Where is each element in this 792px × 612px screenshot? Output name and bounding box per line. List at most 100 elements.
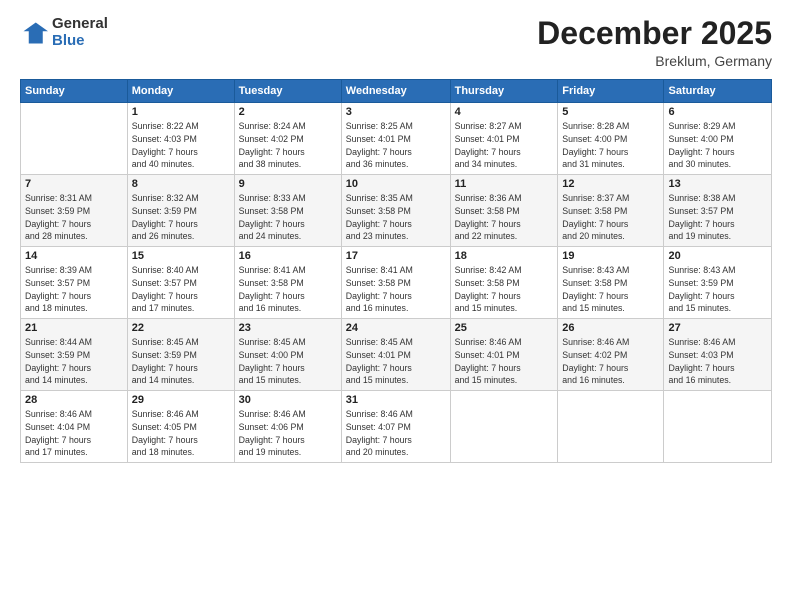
day-number: 10 <box>346 178 446 190</box>
day-info: Sunrise: 8:25 AM Sunset: 4:01 PM Dayligh… <box>346 120 446 171</box>
table-row <box>450 391 558 463</box>
table-row: 15 Sunrise: 8:40 AM Sunset: 3:57 PM Dayli… <box>127 247 234 319</box>
table-row: 7 Sunrise: 8:31 AM Sunset: 3:59 PM Daylig… <box>21 175 128 247</box>
day-number: 5 <box>562 106 659 118</box>
table-row: 20 Sunrise: 8:43 AM Sunset: 3:59 PM Dayli… <box>664 247 772 319</box>
day-info: Sunrise: 8:31 AM Sunset: 3:59 PM Dayligh… <box>25 192 123 243</box>
day-number: 2 <box>239 106 337 118</box>
logo-general: General <box>52 16 108 33</box>
day-number: 9 <box>239 178 337 190</box>
day-info: Sunrise: 8:32 AM Sunset: 3:59 PM Dayligh… <box>132 192 230 243</box>
day-info: Sunrise: 8:46 AM Sunset: 4:06 PM Dayligh… <box>239 408 337 459</box>
day-number: 4 <box>455 106 554 118</box>
day-info: Sunrise: 8:41 AM Sunset: 3:58 PM Dayligh… <box>239 264 337 315</box>
table-row <box>664 391 772 463</box>
day-number: 6 <box>668 106 767 118</box>
table-row: 28 Sunrise: 8:46 AM Sunset: 4:04 PM Dayli… <box>21 391 128 463</box>
day-number: 29 <box>132 394 230 406</box>
day-number: 14 <box>25 250 123 262</box>
col-sunday: Sunday <box>21 80 128 103</box>
day-number: 24 <box>346 322 446 334</box>
table-row: 24 Sunrise: 8:45 AM Sunset: 4:01 PM Dayli… <box>341 319 450 391</box>
day-info: Sunrise: 8:46 AM Sunset: 4:01 PM Dayligh… <box>455 336 554 387</box>
day-number: 27 <box>668 322 767 334</box>
day-info: Sunrise: 8:43 AM Sunset: 3:59 PM Dayligh… <box>668 264 767 315</box>
table-row: 8 Sunrise: 8:32 AM Sunset: 3:59 PM Daylig… <box>127 175 234 247</box>
day-info: Sunrise: 8:46 AM Sunset: 4:02 PM Dayligh… <box>562 336 659 387</box>
day-info: Sunrise: 8:44 AM Sunset: 3:59 PM Dayligh… <box>25 336 123 387</box>
day-info: Sunrise: 8:35 AM Sunset: 3:58 PM Dayligh… <box>346 192 446 243</box>
day-info: Sunrise: 8:45 AM Sunset: 4:00 PM Dayligh… <box>239 336 337 387</box>
day-number: 28 <box>25 394 123 406</box>
day-number: 17 <box>346 250 446 262</box>
table-row: 1 Sunrise: 8:22 AM Sunset: 4:03 PM Daylig… <box>127 103 234 175</box>
day-info: Sunrise: 8:24 AM Sunset: 4:02 PM Dayligh… <box>239 120 337 171</box>
table-row: 16Sunrise: 8:41 AM Sunset: 3:58 PM Dayli… <box>234 247 341 319</box>
header: General Blue December 2025 Breklum, Germ… <box>20 16 772 69</box>
day-number: 15 <box>132 250 230 262</box>
day-info: Sunrise: 8:46 AM Sunset: 4:04 PM Dayligh… <box>25 408 123 459</box>
day-number: 21 <box>25 322 123 334</box>
day-info: Sunrise: 8:40 AM Sunset: 3:57 PM Dayligh… <box>132 264 230 315</box>
location: Breklum, Germany <box>537 53 772 69</box>
col-thursday: Thursday <box>450 80 558 103</box>
day-number: 18 <box>455 250 554 262</box>
table-row <box>21 103 128 175</box>
day-info: Sunrise: 8:22 AM Sunset: 4:03 PM Dayligh… <box>132 120 230 171</box>
day-info: Sunrise: 8:27 AM Sunset: 4:01 PM Dayligh… <box>455 120 554 171</box>
logo-text: General Blue <box>52 16 108 49</box>
day-number: 11 <box>455 178 554 190</box>
table-row: 3 Sunrise: 8:25 AM Sunset: 4:01 PM Daylig… <box>341 103 450 175</box>
table-row: 13Sunrise: 8:38 AM Sunset: 3:57 PM Dayli… <box>664 175 772 247</box>
table-row: 22 Sunrise: 8:45 AM Sunset: 3:59 PM Dayli… <box>127 319 234 391</box>
logo-icon <box>20 19 48 47</box>
table-row <box>558 391 664 463</box>
day-number: 30 <box>239 394 337 406</box>
day-info: Sunrise: 8:43 AM Sunset: 3:58 PM Dayligh… <box>562 264 659 315</box>
day-number: 8 <box>132 178 230 190</box>
col-wednesday: Wednesday <box>341 80 450 103</box>
day-info: Sunrise: 8:45 AM Sunset: 4:01 PM Dayligh… <box>346 336 446 387</box>
table-row: 19 Sunrise: 8:43 AM Sunset: 3:58 PM Dayli… <box>558 247 664 319</box>
day-number: 31 <box>346 394 446 406</box>
calendar-header-row: Sunday Monday Tuesday Wednesday Thursday… <box>21 80 772 103</box>
table-row: 25 Sunrise: 8:46 AM Sunset: 4:01 PM Dayli… <box>450 319 558 391</box>
table-row: 14 Sunrise: 8:39 AM Sunset: 3:57 PM Dayli… <box>21 247 128 319</box>
table-row: 18Sunrise: 8:42 AM Sunset: 3:58 PM Dayli… <box>450 247 558 319</box>
col-friday: Friday <box>558 80 664 103</box>
day-number: 20 <box>668 250 767 262</box>
table-row: 6 Sunrise: 8:29 AM Sunset: 4:00 PM Daylig… <box>664 103 772 175</box>
day-info: Sunrise: 8:29 AM Sunset: 4:00 PM Dayligh… <box>668 120 767 171</box>
day-info: Sunrise: 8:46 AM Sunset: 4:05 PM Dayligh… <box>132 408 230 459</box>
col-tuesday: Tuesday <box>234 80 341 103</box>
day-number: 13 <box>668 178 767 190</box>
table-row: 17 Sunrise: 8:41 AM Sunset: 3:58 PM Dayli… <box>341 247 450 319</box>
day-number: 7 <box>25 178 123 190</box>
calendar-week-row: 28 Sunrise: 8:46 AM Sunset: 4:04 PM Dayli… <box>21 391 772 463</box>
day-number: 12 <box>562 178 659 190</box>
table-row: 4 Sunrise: 8:27 AM Sunset: 4:01 PM Daylig… <box>450 103 558 175</box>
table-row: 2 Sunrise: 8:24 AM Sunset: 4:02 PM Daylig… <box>234 103 341 175</box>
table-row: 29 Sunrise: 8:46 AM Sunset: 4:05 PM Dayli… <box>127 391 234 463</box>
table-row: 30 Sunrise: 8:46 AM Sunset: 4:06 PM Dayli… <box>234 391 341 463</box>
table-row: 5 Sunrise: 8:28 AM Sunset: 4:00 PM Daylig… <box>558 103 664 175</box>
calendar-week-row: 7 Sunrise: 8:31 AM Sunset: 3:59 PM Daylig… <box>21 175 772 247</box>
page: General Blue December 2025 Breklum, Germ… <box>0 0 792 612</box>
day-info: Sunrise: 8:39 AM Sunset: 3:57 PM Dayligh… <box>25 264 123 315</box>
day-info: Sunrise: 8:46 AM Sunset: 4:07 PM Dayligh… <box>346 408 446 459</box>
table-row: 9Sunrise: 8:33 AM Sunset: 3:58 PM Daylig… <box>234 175 341 247</box>
col-saturday: Saturday <box>664 80 772 103</box>
table-row: 10 Sunrise: 8:35 AM Sunset: 3:58 PM Dayli… <box>341 175 450 247</box>
day-info: Sunrise: 8:41 AM Sunset: 3:58 PM Dayligh… <box>346 264 446 315</box>
day-number: 25 <box>455 322 554 334</box>
logo: General Blue <box>20 16 108 49</box>
day-number: 19 <box>562 250 659 262</box>
day-number: 22 <box>132 322 230 334</box>
calendar-week-row: 14 Sunrise: 8:39 AM Sunset: 3:57 PM Dayli… <box>21 247 772 319</box>
day-info: Sunrise: 8:28 AM Sunset: 4:00 PM Dayligh… <box>562 120 659 171</box>
logo-blue: Blue <box>52 33 108 50</box>
day-number: 1 <box>132 106 230 118</box>
day-info: Sunrise: 8:46 AM Sunset: 4:03 PM Dayligh… <box>668 336 767 387</box>
day-info: Sunrise: 8:45 AM Sunset: 3:59 PM Dayligh… <box>132 336 230 387</box>
day-number: 3 <box>346 106 446 118</box>
